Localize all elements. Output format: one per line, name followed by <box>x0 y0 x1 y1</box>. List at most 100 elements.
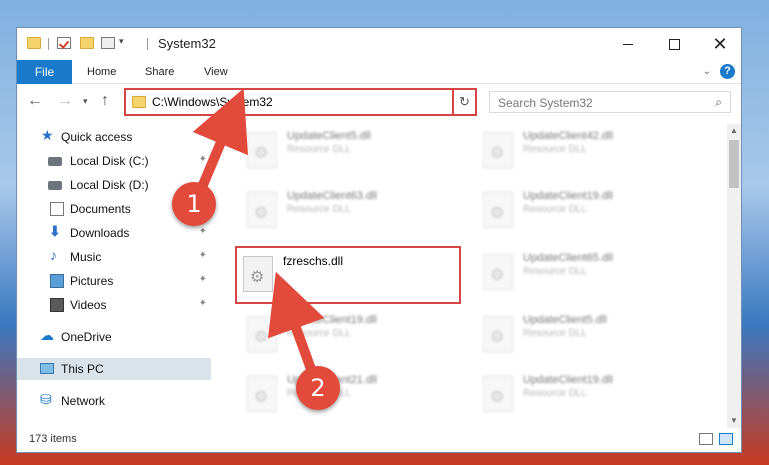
customize-quick-access-icon[interactable] <box>101 37 115 49</box>
search-placeholder: Search System32 <box>498 96 593 110</box>
list-item[interactable]: UpdateClient5.dll Resource DLL <box>475 310 700 358</box>
up-arrow-icon[interactable]: ↑ <box>101 92 109 110</box>
scroll-up-icon[interactable]: ▲ <box>727 124 741 138</box>
sidebar-item-label: OneDrive <box>61 330 112 344</box>
sidebar-item-quick-access[interactable]: ★ Quick access <box>17 126 211 148</box>
file-name: fzreschs.dll <box>283 254 344 268</box>
list-item[interactable]: UpdateClient19.dll Resource DLL <box>475 186 700 234</box>
tab-file[interactable]: File <box>17 60 72 84</box>
music-icon: ♪ <box>50 247 57 263</box>
sidebar-item-music[interactable]: ♪ Music ✦ <box>17 246 211 268</box>
sidebar-item-label: Local Disk (C:) <box>70 154 149 168</box>
expand-ribbon-icon[interactable]: ⌄ <box>703 66 711 77</box>
this-pc-icon <box>40 363 54 374</box>
dll-file-icon <box>247 192 277 228</box>
pin-icon[interactable]: ✦ <box>199 154 207 165</box>
dll-file-icon <box>243 256 273 292</box>
title-bar: ▾ System32 ✕ <box>17 28 741 60</box>
list-item[interactable]: UpdateClient65.dll Resource DLL <box>475 248 700 296</box>
scroll-thumb[interactable] <box>729 140 739 188</box>
details-view-icon[interactable] <box>699 433 713 445</box>
ribbon-tabs: File Home Share View ⌄ ? <box>17 60 741 84</box>
pin-icon[interactable]: ✦ <box>199 298 207 309</box>
pin-icon[interactable]: ✦ <box>199 274 207 285</box>
address-path[interactable]: C:\Windows\System32 <box>152 95 273 109</box>
sidebar-item-downloads[interactable]: ⬇ Downloads ✦ <box>17 222 211 244</box>
scroll-down-icon[interactable]: ▼ <box>727 414 741 428</box>
dll-file-icon <box>483 132 513 168</box>
help-icon[interactable]: ? <box>720 64 735 79</box>
forward-arrow-icon[interactable]: → <box>57 92 73 110</box>
vertical-scrollbar[interactable]: ▲ ▼ <box>727 124 741 428</box>
address-bar[interactable]: C:\Windows\System32 ⌄ <box>124 88 475 116</box>
recent-locations-icon[interactable]: ▾ <box>83 96 88 107</box>
sidebar-item-label: Music <box>70 250 102 264</box>
pin-icon[interactable]: ✦ <box>199 226 207 237</box>
maximize-button[interactable] <box>651 28 697 60</box>
file-explorer-window: ▾ System32 ✕ File Home Share View ⌄ ? ← … <box>16 27 742 453</box>
dll-file-icon <box>247 132 277 168</box>
sidebar-item-onedrive[interactable]: ☁ OneDrive <box>17 326 211 348</box>
window-title: System32 <box>158 36 216 51</box>
folder-icon <box>27 37 41 49</box>
file-name: UpdateClient5.dll <box>287 130 371 142</box>
list-item[interactable]: UpdateClient19.dll Resource DLL <box>239 310 464 358</box>
sidebar-item-network[interactable]: ⛁ Network <box>17 390 211 412</box>
dll-file-icon <box>247 376 277 412</box>
dll-file-icon <box>247 316 277 352</box>
pin-icon[interactable]: ✦ <box>199 250 207 261</box>
file-type: Resource DLL <box>523 144 587 155</box>
list-item[interactable]: UpdateClient21.dll Resource DLL <box>239 370 464 418</box>
list-item[interactable]: UpdateClient19.dll Resource DLL <box>475 370 700 418</box>
status-bar: 173 items <box>17 428 741 452</box>
drive-icon <box>48 157 62 166</box>
list-item[interactable]: UpdateClient63.dll Resource DLL <box>239 186 464 234</box>
file-list: UpdateClient5.dll Resource DLL UpdateCli… <box>213 124 727 428</box>
file-type: Resource DLL <box>523 266 587 277</box>
minimize-button[interactable] <box>605 28 651 60</box>
selected-file-tile[interactable]: fzreschs.dll <box>235 246 461 304</box>
list-item[interactable]: UpdateClient5.dll Resource DLL <box>239 126 464 174</box>
sidebar-item-videos[interactable]: Videos ✦ <box>17 294 211 316</box>
sidebar-item-label: Local Disk (D:) <box>70 178 149 192</box>
sidebar-item-local-disk-c[interactable]: Local Disk (C:) ✦ <box>17 150 211 172</box>
file-name: UpdateClient42.dll <box>523 130 613 142</box>
documents-icon <box>50 202 64 216</box>
downloads-icon: ⬇ <box>49 223 61 239</box>
tab-home[interactable]: Home <box>87 60 116 84</box>
new-folder-icon[interactable] <box>80 37 94 49</box>
sidebar-item-label: Documents <box>70 202 131 216</box>
sidebar-item-label: Pictures <box>70 274 114 288</box>
file-name: UpdateClient5.dll <box>523 314 607 326</box>
tab-view[interactable]: View <box>204 60 228 84</box>
star-icon: ★ <box>41 127 54 143</box>
chevron-down-icon[interactable]: ▾ <box>119 36 124 47</box>
sidebar-item-pictures[interactable]: Pictures ✦ <box>17 270 211 292</box>
back-arrow-icon[interactable]: ← <box>27 92 43 110</box>
file-name: UpdateClient19.dll <box>287 314 377 326</box>
tiles-view-icon[interactable] <box>719 433 733 445</box>
properties-icon[interactable] <box>57 37 71 49</box>
network-icon: ⛁ <box>40 391 52 407</box>
videos-icon <box>50 298 64 312</box>
file-name: UpdateClient65.dll <box>523 252 613 264</box>
dll-file-icon <box>483 192 513 228</box>
file-type: Resource DLL <box>287 144 351 155</box>
file-type: Resource DLL <box>523 388 587 399</box>
sidebar-item-label: This PC <box>61 362 104 376</box>
sidebar-item-this-pc[interactable]: This PC <box>17 358 211 380</box>
step-marker-1: 1 <box>172 182 216 226</box>
tab-share[interactable]: Share <box>145 60 174 84</box>
file-type: Resource DLL <box>287 204 351 215</box>
refresh-button[interactable]: ↻ <box>452 88 477 116</box>
dll-file-icon <box>483 376 513 412</box>
close-button[interactable]: ✕ <box>697 28 741 60</box>
search-icon[interactable]: ⌕ <box>715 95 722 110</box>
sidebar-item-label: Downloads <box>70 226 130 240</box>
folder-icon <box>132 96 146 108</box>
list-item[interactable]: UpdateClient42.dll Resource DLL <box>475 126 700 174</box>
sidebar-item-label: Network <box>61 394 106 408</box>
sidebar-item-label: Videos <box>70 298 107 312</box>
separator <box>48 38 49 50</box>
search-input[interactable]: Search System32 ⌕ <box>489 91 731 113</box>
